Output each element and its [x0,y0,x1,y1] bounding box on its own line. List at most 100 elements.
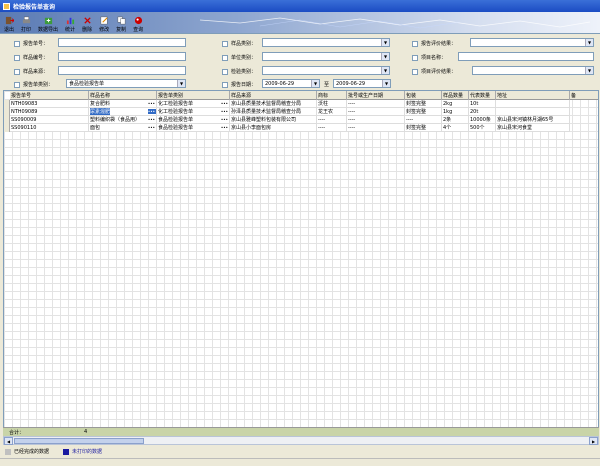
unit-category-checkbox[interactable] [222,54,228,61]
table-cell[interactable]: ---- [347,108,405,116]
report-type-select[interactable]: 食品检验报告单 ▼ [66,79,186,88]
column-header[interactable]: 样品数量 [442,91,469,100]
search-button[interactable]: 查询 [133,12,143,33]
column-header[interactable]: 地址 [496,91,570,100]
column-header[interactable]: 代表数量 [469,91,496,100]
table-cell[interactable]: 龙王农 [317,108,347,116]
table-cell[interactable]: 食品检验报告单 ••• [157,116,230,124]
sample-source-checkbox[interactable] [14,68,20,75]
table-cell[interactable]: 20t [469,108,496,116]
table-cell[interactable]: 化工检验报告单 ••• [157,100,230,108]
table-cell[interactable]: ---- [405,116,442,124]
statistics-button[interactable]: 统计 [65,12,75,33]
report-date-checkbox[interactable] [222,81,228,88]
column-header[interactable]: 备 [570,91,598,100]
table-cell[interactable]: NTH09089 [10,108,89,116]
table-cell[interactable]: 封签完整 [405,108,442,116]
sample-source-input[interactable] [58,66,186,75]
table-cell[interactable]: ---- [317,124,347,132]
ellipsis-button[interactable]: ••• [148,117,156,122]
scroll-thumb[interactable] [14,438,144,444]
delete-button[interactable]: 删除 [82,12,92,33]
chevron-down-icon[interactable]: ▼ [381,67,389,74]
sample-no-input[interactable] [58,52,186,61]
ellipsis-button[interactable]: ••• [148,125,156,130]
table-cell[interactable]: 10000条 [469,116,496,124]
column-header[interactable]: 样品名称 [89,91,157,100]
table-cell[interactable]: 10t [469,100,496,108]
item-name-checkbox[interactable] [412,54,418,61]
ellipsis-button[interactable]: ••• [221,101,229,106]
table-cell[interactable]: 京山县宋河食堂 [496,124,570,132]
column-header[interactable]: 报告单号 [10,91,89,100]
ellipsis-button[interactable]: ••• [221,125,229,130]
copy-button[interactable]: 复制 [116,12,126,33]
report-no-input[interactable] [58,38,186,47]
table-cell[interactable]: SS090110 [10,124,89,132]
test-category-checkbox[interactable] [222,68,228,75]
print-button[interactable]: 打印 [21,12,31,33]
chevron-down-icon[interactable]: ▼ [177,80,185,87]
column-header[interactable]: 报告单类别 [157,91,230,100]
scroll-left-icon[interactable]: ◀ [4,437,13,445]
table-cell[interactable]: 1kg [442,108,469,116]
table-cell[interactable]: ---- [317,116,347,124]
unit-category-select[interactable]: ▼ [262,52,390,61]
table-cell[interactable]: 封签完整 [405,124,442,132]
column-header[interactable]: 样品来源 [230,91,317,100]
chevron-down-icon[interactable]: ▼ [311,80,319,87]
table-cell[interactable]: 食品检验报告单 ••• [157,124,230,132]
table-cell[interactable]: 沃柱 [317,100,347,108]
table-cell[interactable]: 京山县宋河镇林月湖65号 [496,116,570,124]
chevron-down-icon[interactable]: ▼ [381,53,389,60]
table-cell[interactable]: 2kg [442,100,469,108]
table-row[interactable]: NTH09083 复合肥料 ••• 化工检验报告单 ••• 京山县质量技术监督局稽查分局沃… [10,100,570,108]
chevron-down-icon[interactable]: ▼ [381,39,389,46]
chevron-down-icon[interactable]: ▼ [382,80,390,87]
table-cell[interactable]: 面包 ••• [89,124,157,132]
chevron-down-icon[interactable]: ▼ [585,67,593,74]
date-to-select[interactable]: 2009-06-29 ▼ [333,79,391,88]
test-category-select[interactable]: ▼ [262,66,390,75]
horizontal-scrollbar[interactable]: ◀ ▶ [3,436,599,445]
item-eval-checkbox[interactable] [412,68,418,75]
report-eval-select[interactable]: ▼ [470,38,594,47]
table-cell[interactable]: 2条 [442,116,469,124]
ellipsis-button[interactable]: ••• [148,101,156,106]
table-cell[interactable]: 孙泽县质量技术监督局稽查分局 [230,108,317,116]
sample-category-checkbox[interactable] [222,40,228,47]
column-header[interactable]: 批号或生产日期 [347,91,405,100]
column-header[interactable]: 商标 [317,91,347,100]
sample-category-select[interactable]: ▼ [262,38,390,47]
table-cell[interactable]: 封签完整 [405,100,442,108]
date-from-select[interactable]: 2009-06-29 ▼ [262,79,320,88]
table-cell[interactable]: 京山县质量技术监督局稽查分局 [230,100,317,108]
scroll-right-icon[interactable]: ▶ [589,437,598,445]
ellipsis-button[interactable]: ••• [147,109,156,114]
table-cell[interactable]: 复合肥料 ••• [89,100,157,108]
table-cell[interactable]: 塑料编织袋（食品用） ••• [89,116,157,124]
table-cell[interactable]: ---- [347,116,405,124]
column-header[interactable]: 包装 [405,91,442,100]
report-type-checkbox[interactable] [14,81,20,88]
chevron-down-icon[interactable]: ▼ [585,39,593,46]
table-row[interactable]: SS090009 塑料编织袋（食品用） ••• 食品检验报告单 ••• 京山县雅峰塑料包装… [10,116,570,124]
edit-button[interactable]: 修改 [99,12,109,33]
table-cell[interactable]: 京山县雅峰塑料包装有限公司 [230,116,317,124]
table-cell[interactable]: 京山县小李面包房 [230,124,317,132]
table-cell[interactable]: NTH09083 [10,100,89,108]
table-cell[interactable]: SS090009 [10,116,89,124]
table-cell[interactable]: 4个 [442,124,469,132]
report-eval-checkbox[interactable] [412,40,418,47]
report-no-checkbox[interactable] [14,40,20,47]
table-cell[interactable]: 尿素混肥 ••• [89,108,157,116]
table-cell[interactable] [496,108,570,116]
table-row[interactable]: SS090110 面包 ••• 食品检验报告单 ••• 京山县小李面包房 ---- ---- 封… [10,124,570,132]
item-eval-select[interactable]: ▼ [472,66,594,75]
table-cell[interactable] [496,100,570,108]
table-cell[interactable]: ---- [347,100,405,108]
sample-no-checkbox[interactable] [14,54,20,61]
export-button[interactable]: 数据导出 [38,12,58,33]
exit-button[interactable]: 退出 [4,12,14,33]
table-cell[interactable]: 500个 [469,124,496,132]
